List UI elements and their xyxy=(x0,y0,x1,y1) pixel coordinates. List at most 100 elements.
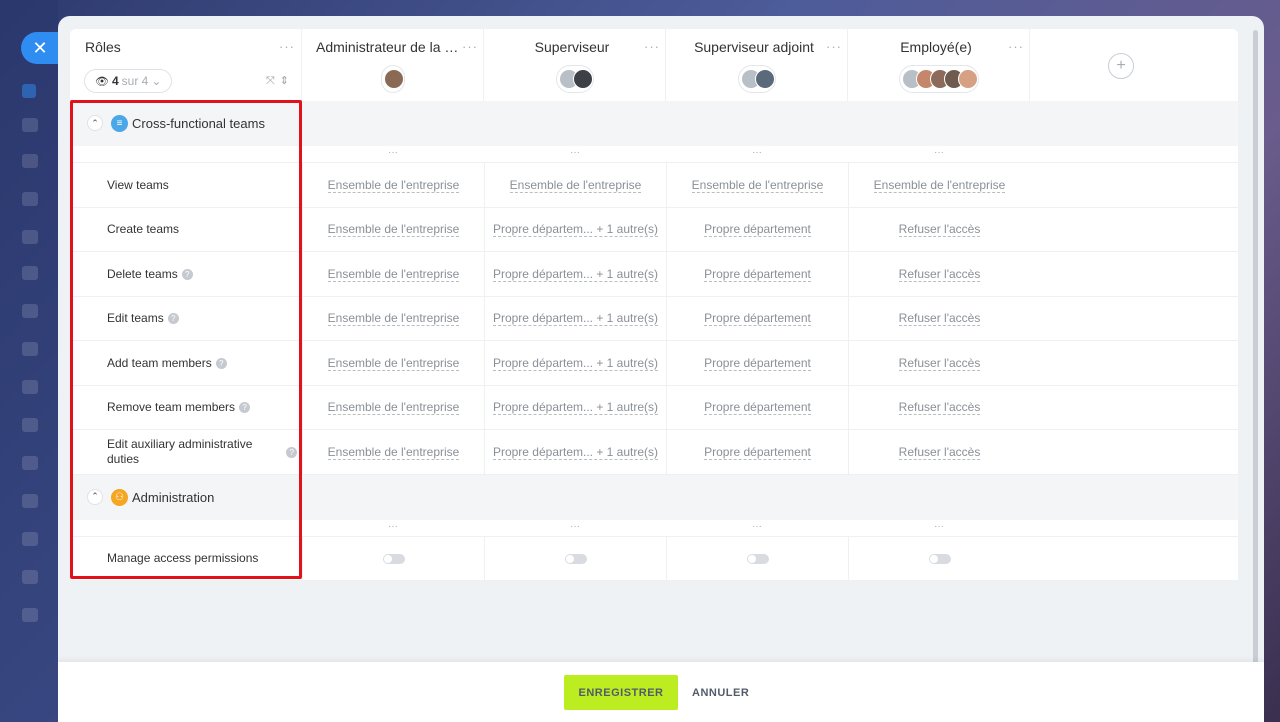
column-menu-icon[interactable]: ··· xyxy=(484,147,666,158)
permission-value[interactable]: Refuser l'accès xyxy=(898,400,981,415)
cancel-button[interactable]: ANNULER xyxy=(686,675,755,710)
help-icon[interactable]: ? xyxy=(167,313,179,324)
permission-label-text: Delete teams xyxy=(107,266,178,281)
permission-value-cell: Refuser l'accès xyxy=(848,341,1030,385)
help-icon[interactable]: ? xyxy=(239,402,251,413)
permission-row: Edit auxiliary administrative duties? Ens… xyxy=(70,430,1238,475)
permission-value[interactable]: Ensemble de l'entreprise xyxy=(327,356,460,371)
roles-visible-counter[interactable]: 👁 4 sur 4 ⌄ xyxy=(84,69,173,93)
background-icon xyxy=(22,84,36,98)
column-menu-icon[interactable]: ··· xyxy=(666,521,848,532)
role-members-avatars[interactable] xyxy=(556,65,594,93)
role-name[interactable]: Employé(e) xyxy=(848,39,1030,55)
column-menu-icon[interactable]: ··· xyxy=(848,147,1030,158)
add-role-button[interactable]: + xyxy=(1108,53,1134,79)
role-members-avatars[interactable] xyxy=(381,65,405,93)
role-members-avatars[interactable] xyxy=(899,65,979,93)
role-menu-icon[interactable]: ··· xyxy=(1008,39,1024,54)
permission-label-text: Create teams xyxy=(107,222,180,236)
column-menu-icon[interactable]: ··· xyxy=(848,521,1030,532)
role-name[interactable]: Administrateur de la s… xyxy=(302,39,484,55)
permission-value-cell: Propre départem... + 1 autre(s) xyxy=(484,207,666,252)
permission-toggle[interactable] xyxy=(928,553,951,564)
permission-value-cell: Ensemble de l'entreprise xyxy=(666,163,848,207)
column-menu-icon[interactable]: ··· xyxy=(302,147,484,158)
column-menu-icon[interactable]: ··· xyxy=(666,147,848,158)
column-menu-icon[interactable]: ··· xyxy=(484,521,666,532)
permission-value[interactable]: Propre départem... + 1 autre(s) xyxy=(492,267,659,282)
permission-row: Create teams Ensemble de l'entreprise Prop… xyxy=(70,207,1238,252)
role-menu-icon[interactable]: ··· xyxy=(644,39,660,54)
role-name[interactable]: Superviseur adjoint xyxy=(666,39,848,55)
permission-row: Add team members? Ensemble de l'entrepris… xyxy=(70,341,1238,386)
permission-value[interactable]: Ensemble de l'entreprise xyxy=(509,178,642,193)
permission-value-cell: Ensemble de l'entreprise xyxy=(302,385,484,430)
permission-label-text: Edit teams xyxy=(107,311,164,325)
role-column-header: Employé(e) ··· xyxy=(848,29,1030,101)
collapse-chevron-icon[interactable]: ⌃ xyxy=(87,488,103,505)
permission-value[interactable]: Refuser l'accès xyxy=(898,356,981,371)
permission-value[interactable]: Ensemble de l'entreprise xyxy=(327,178,460,193)
permission-value-cell: Ensemble de l'entreprise xyxy=(302,207,484,252)
permission-value-cell: Propre départem... + 1 autre(s) xyxy=(484,341,666,385)
permission-value[interactable]: Ensemble de l'entreprise xyxy=(327,445,460,460)
permission-value[interactable]: Refuser l'accès xyxy=(898,311,981,326)
permission-value-cell: Propre départem... + 1 autre(s) xyxy=(484,385,666,430)
permission-value-cell: Propre département xyxy=(666,430,848,474)
help-icon[interactable]: ? xyxy=(286,446,297,458)
column-menu-icon[interactable]: ··· xyxy=(302,521,484,532)
permission-toggle[interactable] xyxy=(382,553,405,564)
permission-label: View teams xyxy=(107,163,297,207)
permission-value[interactable]: Ensemble de l'entreprise xyxy=(327,311,460,326)
help-icon[interactable]: ? xyxy=(181,268,193,280)
role-menu-icon[interactable]: ··· xyxy=(826,39,842,54)
background-icon xyxy=(22,418,38,432)
save-button[interactable]: ENREGISTRER xyxy=(564,675,678,710)
permission-value[interactable]: Propre département xyxy=(704,222,811,237)
permission-value[interactable]: Propre départem... + 1 autre(s) xyxy=(492,356,659,371)
role-menu-icon[interactable]: ··· xyxy=(462,39,478,54)
permission-value-cell: Propre départem... + 1 autre(s) xyxy=(484,252,666,296)
permission-value-cell: Refuser l'accès xyxy=(848,385,1030,430)
permission-label-text: Edit auxiliary administrative duties xyxy=(107,437,253,466)
permission-value-cell: Propre département xyxy=(666,341,848,385)
permission-label: Manage access permissions xyxy=(107,537,297,581)
permission-value[interactable]: Ensemble de l'entreprise xyxy=(327,222,460,237)
permission-toggle[interactable] xyxy=(746,553,769,564)
permission-value[interactable]: Propre département xyxy=(704,267,811,282)
permission-value[interactable]: Ensemble de l'entreprise xyxy=(691,178,824,193)
permission-value[interactable]: Refuser l'accès xyxy=(898,445,981,460)
role-members-avatars[interactable] xyxy=(738,65,776,93)
role-column-header: Administrateur de la s… ··· xyxy=(302,29,484,101)
permission-value-cell: Propre département xyxy=(666,207,848,252)
help-icon[interactable]: ? xyxy=(215,357,227,369)
permission-value[interactable]: Refuser l'accès xyxy=(898,222,981,237)
permission-value[interactable]: Ensemble de l'entreprise xyxy=(327,267,460,282)
section-title: Cross-functional teams xyxy=(132,116,265,131)
permission-value[interactable]: Ensemble de l'entreprise xyxy=(873,178,1006,193)
permission-value-cell: Ensemble de l'entreprise xyxy=(848,163,1030,207)
role-name[interactable]: Superviseur xyxy=(484,39,666,55)
background-icon xyxy=(22,192,38,206)
roles-menu-icon[interactable]: ··· xyxy=(279,39,295,54)
permission-value[interactable]: Propre départem... + 1 autre(s) xyxy=(492,311,659,326)
permission-value[interactable]: Ensemble de l'entreprise xyxy=(327,400,460,415)
permission-row: View teams Ensemble de l'entreprise Ensemb… xyxy=(70,163,1238,208)
permission-value[interactable]: Propre département xyxy=(704,445,811,460)
permission-value[interactable]: Propre département xyxy=(704,311,811,326)
permission-label: Create teams xyxy=(107,208,297,252)
close-slider-button[interactable]: ✕ xyxy=(21,32,59,64)
permission-value[interactable]: Propre départem... + 1 autre(s) xyxy=(492,400,659,415)
collapse-chevron-icon[interactable]: ⌃ xyxy=(87,115,103,131)
permission-row: Delete teams? Ensemble de l'entreprise Pro… xyxy=(70,252,1238,297)
background-icon xyxy=(22,154,38,168)
permission-value[interactable]: Propre département xyxy=(704,400,811,415)
permission-value[interactable]: Propre département xyxy=(704,356,811,371)
permission-toggle[interactable] xyxy=(564,553,587,564)
permission-value[interactable]: Refuser l'accès xyxy=(898,267,981,282)
permission-value[interactable]: Propre départem... + 1 autre(s) xyxy=(492,222,659,237)
permission-label: Add team members? xyxy=(107,341,297,385)
permission-value[interactable]: Propre départem... + 1 autre(s) xyxy=(492,445,659,460)
scrollbar[interactable] xyxy=(1253,30,1258,702)
collapse-expand-icon[interactable]: ⤧⇕ xyxy=(266,74,294,88)
